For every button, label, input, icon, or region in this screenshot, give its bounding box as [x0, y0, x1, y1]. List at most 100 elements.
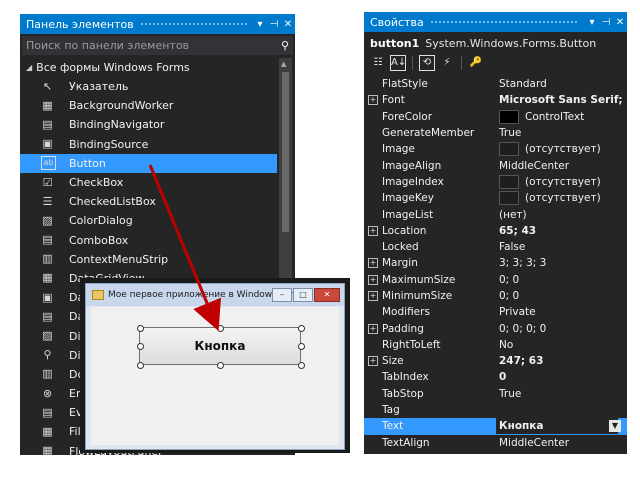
expand-plus-icon[interactable]: + — [368, 323, 378, 334]
toolbox-close-icon[interactable]: ✕ — [281, 19, 295, 30]
property-value[interactable]: 65; 43 — [499, 225, 536, 237]
property-value[interactable]: 0; 0 — [499, 274, 519, 286]
properties-close-icon[interactable]: ✕ — [613, 17, 627, 28]
property-row-locked[interactable]: Locked False — [364, 239, 627, 255]
resize-handle[interactable] — [217, 325, 224, 332]
resize-handle[interactable] — [137, 343, 144, 350]
property-row-location[interactable]: + Location 65; 43 — [364, 223, 627, 239]
property-pages-key-icon[interactable]: 🔑 — [468, 55, 484, 71]
property-row-imagealign[interactable]: ImageAlign MiddleCenter — [364, 157, 627, 173]
form-window[interactable]: Мое первое приложение в Windows Forms – … — [85, 283, 345, 450]
events-lightning-icon[interactable]: ⚡ — [439, 55, 455, 71]
property-value[interactable]: 0 — [499, 371, 506, 383]
property-value[interactable]: Кнопка — [496, 418, 618, 435]
expand-plus-icon[interactable]: + — [368, 291, 378, 301]
categorized-icon[interactable]: ☷ — [370, 55, 386, 71]
toolbox-item[interactable]: ▤ ComboBox — [20, 231, 277, 250]
search-icon[interactable]: ⚲ — [281, 39, 289, 52]
toolbox-item[interactable]: ↖ Указатель — [20, 77, 277, 96]
property-value[interactable]: True — [499, 127, 521, 139]
resize-handle[interactable] — [217, 362, 224, 369]
property-row-imagelist[interactable]: ImageList (нет) — [364, 206, 627, 222]
property-value[interactable]: No — [499, 339, 513, 351]
resize-handle[interactable] — [137, 362, 144, 369]
property-row-size[interactable]: + Size 247; 63 — [364, 353, 627, 369]
property-value[interactable]: (отсутствует) — [499, 142, 601, 157]
property-row-minimumsize[interactable]: + MinimumSize 0; 0 — [364, 288, 627, 304]
alphabetical-icon[interactable]: A↓ — [390, 55, 406, 71]
expand-plus-icon[interactable]: + — [368, 95, 378, 106]
toolbox-item[interactable]: ▦ BackgroundWorker — [20, 96, 277, 115]
property-value[interactable]: MiddleCenter — [499, 437, 569, 449]
property-value[interactable]: Private — [499, 306, 536, 318]
resize-handle[interactable] — [298, 325, 305, 332]
expand-plus-icon[interactable]: + — [368, 356, 378, 367]
property-row-modifiers[interactable]: Modifiers Private — [364, 304, 627, 320]
resize-handle[interactable] — [298, 343, 305, 350]
property-value[interactable]: 0; 0; 0; 0 — [499, 323, 546, 335]
property-value[interactable]: 3; 3; 3; 3 — [499, 257, 546, 269]
property-row-margin[interactable]: + Margin 3; 3; 3; 3 — [364, 255, 627, 271]
expand-plus-icon[interactable]: + — [368, 225, 378, 236]
close-icon[interactable]: ✕ — [314, 288, 340, 302]
toolbox-item[interactable]: ab Button — [20, 153, 277, 173]
expand-plus-icon[interactable]: + — [368, 274, 378, 285]
property-value[interactable]: True — [499, 388, 521, 400]
property-value[interactable]: False — [499, 241, 525, 253]
toolbox-group-header[interactable]: ◢ Все формы Windows Forms — [26, 58, 190, 76]
property-value[interactable]: MiddleCenter — [499, 160, 569, 172]
dropdown-arrow-icon[interactable]: ▼ — [609, 420, 621, 433]
resize-handle[interactable] — [298, 362, 305, 369]
properties-pin-dropdown-icon[interactable]: ▾ — [585, 17, 599, 28]
property-value[interactable]: (отсутствует) — [499, 191, 601, 206]
property-value[interactable]: Microsoft Sans Serif; 14,2 — [499, 94, 627, 106]
property-row-tag[interactable]: Tag — [364, 402, 627, 418]
property-row-flatstyle[interactable]: FlatStyle Standard — [364, 76, 627, 92]
toolbox-title: Панель элементов — [26, 17, 134, 31]
property-row-padding[interactable]: + Padding 0; 0; 0; 0 — [364, 320, 627, 336]
scroll-up-icon[interactable]: ▲ — [281, 60, 286, 68]
resize-handle[interactable] — [137, 325, 144, 332]
expand-plus-icon[interactable]: + — [368, 258, 378, 269]
property-row-maximumsize[interactable]: + MaximumSize 0; 0 — [364, 272, 627, 288]
property-row-tabstop[interactable]: TabStop True — [364, 386, 627, 402]
property-row-tabindex[interactable]: TabIndex 0 — [364, 369, 627, 385]
property-value[interactable]: (отсутствует) — [499, 174, 601, 189]
property-row-font[interactable]: + Font Microsoft Sans Serif; 14,2 — [364, 92, 627, 108]
property-row-righttoleft[interactable]: RightToLeft No — [364, 337, 627, 353]
minimize-icon[interactable]: – — [272, 288, 292, 302]
property-value[interactable]: 0; 0 — [499, 290, 519, 302]
property-row-image[interactable]: Image (отсутствует) — [364, 141, 627, 157]
toolbox-item[interactable]: ▥ ContextMenuStrip — [20, 250, 277, 269]
property-row-imagekey[interactable]: ImageKey (отсутствует) — [364, 190, 627, 206]
property-row-imageindex[interactable]: ImageIndex (отсутствует) — [364, 174, 627, 190]
property-row-textalign[interactable]: TextAlign MiddleCenter — [364, 435, 627, 451]
toolbox-titlebar[interactable]: Панель элементов ▾ ⊣ ✕ — [20, 14, 295, 34]
object-selector[interactable]: button1 System.Windows.Forms.Button — [370, 35, 596, 51]
property-value[interactable]: (нет) — [499, 209, 527, 221]
toolbox-item[interactable]: ☑ CheckBox — [20, 173, 277, 192]
property-row-forecolor[interactable]: ForeColor ControlText — [364, 109, 627, 125]
form-client-area[interactable]: Кнопка — [91, 307, 339, 445]
properties-titlebar[interactable]: Свойства ▾ ⊣ ✕ — [364, 12, 627, 32]
toolbox-item[interactable]: ☰ CheckedListBox — [20, 192, 277, 211]
property-row-text[interactable]: Text Кнопка ▼ — [364, 418, 627, 435]
scrollbar-thumb[interactable] — [282, 72, 289, 232]
property-value[interactable]: Standard — [499, 78, 547, 90]
property-name: Modifiers — [382, 306, 430, 319]
properties-dock-icon[interactable]: ⊣ — [599, 17, 613, 28]
toolbox-item[interactable]: ▣ BindingSource — [20, 135, 277, 154]
properties-view-icon[interactable]: ⟲ — [419, 55, 435, 71]
toolbox-dock-icon[interactable]: ⊣ — [267, 19, 281, 30]
form-button-kopka[interactable]: Кнопка — [139, 327, 301, 365]
toolbox-search-input[interactable]: Поиск по панели элементов ⚲ — [22, 36, 293, 55]
maximize-icon[interactable]: □ — [293, 288, 313, 302]
form-titlebar[interactable]: Мое первое приложение в Windows Forms – … — [86, 284, 344, 306]
property-value-text: 0 — [499, 371, 507, 384]
toolbox-item[interactable]: ▨ ColorDialog — [20, 211, 277, 230]
toolbox-item[interactable]: ▤ BindingNavigator — [20, 115, 277, 134]
property-row-generatemember[interactable]: GenerateMember True — [364, 125, 627, 141]
property-value[interactable]: ControlText — [499, 109, 584, 124]
property-value[interactable]: 247; 63 — [499, 355, 543, 367]
toolbox-pin-dropdown-icon[interactable]: ▾ — [253, 19, 267, 30]
